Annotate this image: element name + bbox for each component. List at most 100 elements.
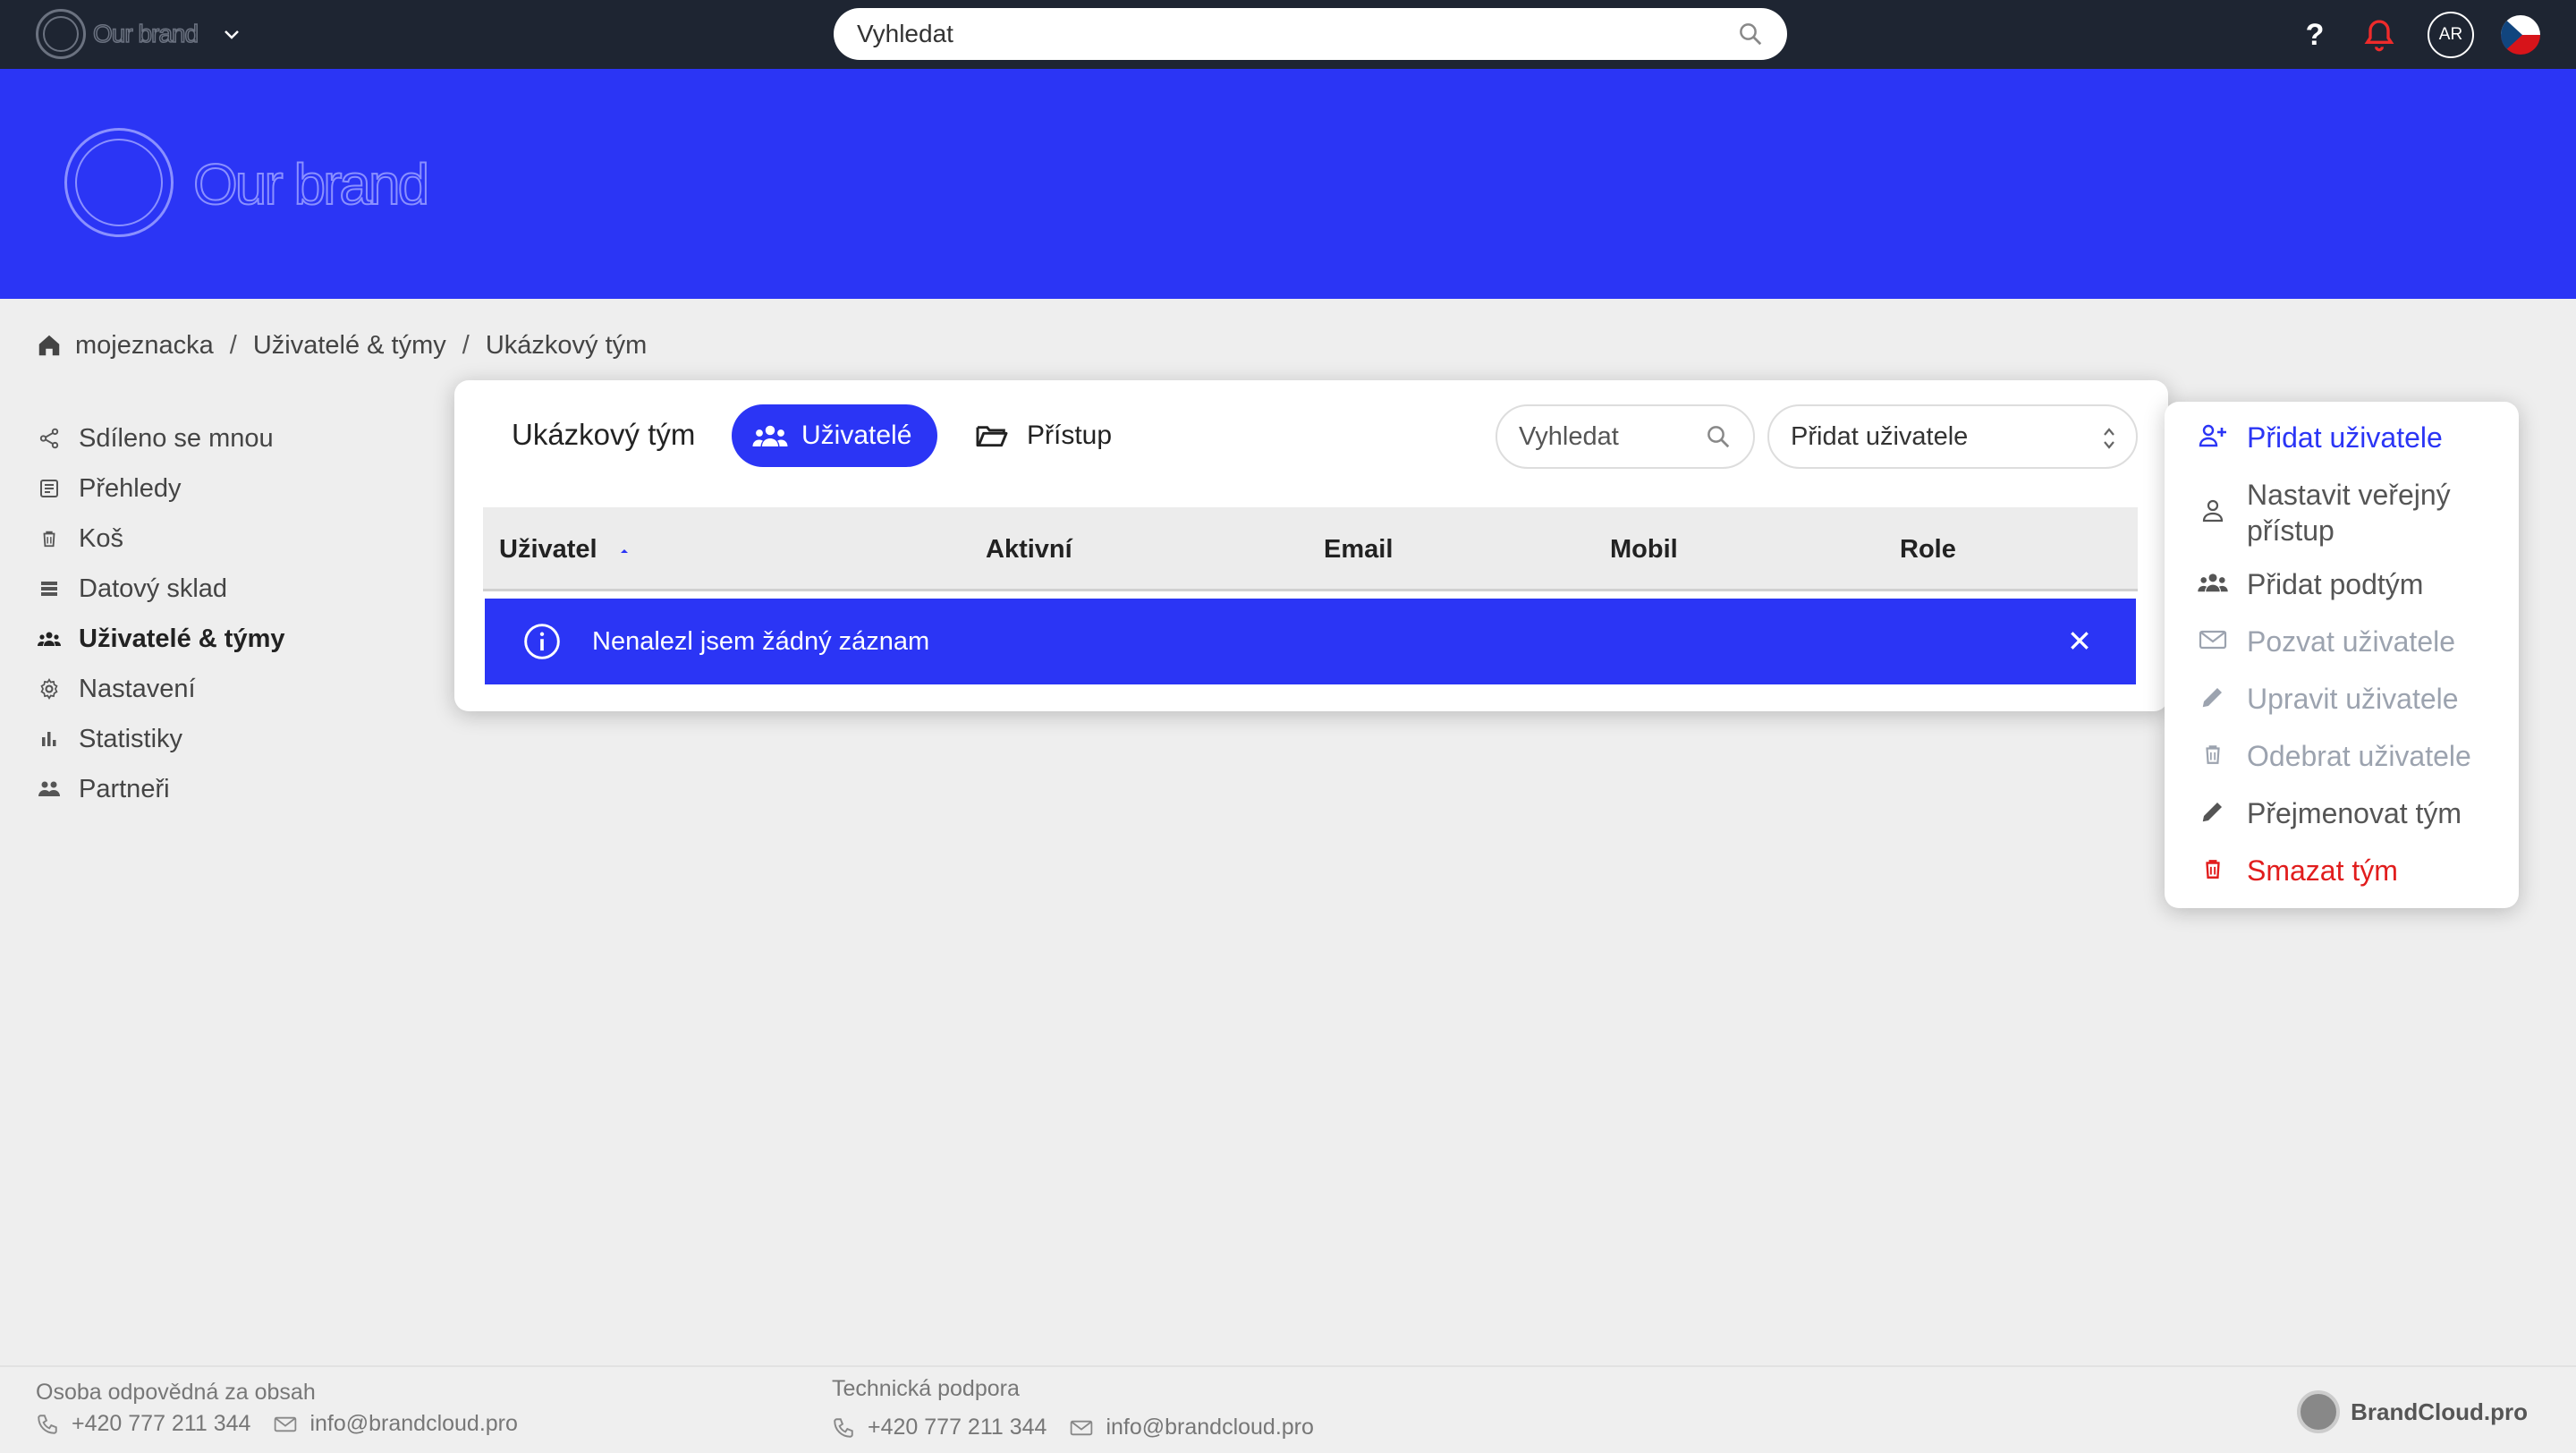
menu-item-add-subteam[interactable]: Přidat podtým: [2197, 566, 2515, 602]
menu-item-add-user[interactable]: Přidat uživatele: [2197, 420, 2515, 455]
tab-access-label: Přístup: [1027, 421, 1113, 450]
trash-icon: [2197, 853, 2229, 885]
sidebar-item-label: Partneři: [79, 774, 170, 803]
sidebar-item-label: Koš: [79, 523, 123, 553]
footer-support-email[interactable]: info@brandcloud.pro: [1106, 1415, 1313, 1440]
sidebar-item-statistics[interactable]: Statistiky: [36, 714, 411, 764]
list-icon: [36, 575, 63, 602]
sidebar-item-reports[interactable]: Přehledy: [36, 463, 411, 514]
menu-item-rename-team[interactable]: Přejmenovat tým: [2197, 795, 2515, 831]
sidebar-item-label: Přehledy: [79, 473, 182, 503]
sidebar-item-users-teams[interactable]: Uživatelé & týmy: [36, 614, 411, 664]
report-icon: [36, 475, 63, 502]
team-search: [1496, 404, 1755, 469]
phone-icon: [38, 1414, 57, 1434]
mail-icon: [2197, 624, 2229, 656]
folder-open-icon: [976, 426, 1008, 447]
sidebar-item-datastore[interactable]: Datový sklad: [36, 564, 411, 614]
breadcrumb-separator: /: [229, 330, 237, 360]
sidebar-item-label: Uživatelé & týmy: [79, 624, 285, 653]
gear-icon: [36, 676, 63, 702]
sidebar-item-label: Statistiky: [79, 724, 183, 753]
column-header-mobile[interactable]: Mobil: [1610, 507, 1678, 591]
people-icon: [36, 625, 63, 652]
user-avatar[interactable]: AR: [2428, 12, 2474, 58]
mail-icon: [1071, 1420, 1093, 1435]
bar-chart-icon: [36, 726, 63, 752]
sort-asc-icon: [620, 549, 628, 554]
brand-logo-icon: [36, 9, 86, 59]
top-bar: Our brand ? AR: [0, 0, 2576, 69]
footer-content-title: Osoba odpovědná za obsah: [36, 1380, 316, 1405]
partners-icon: [36, 776, 63, 803]
sidebar-item-trash[interactable]: Koš: [36, 514, 411, 564]
column-header-user[interactable]: Uživatel: [499, 507, 631, 591]
action-select-value: Přidat uživatele: [1791, 421, 1969, 451]
breadcrumb-item-current: Ukázkový tým: [485, 330, 648, 360]
footer-support-phone[interactable]: +420 777 211 344: [868, 1415, 1046, 1440]
pencil-icon: [2197, 681, 2229, 713]
close-icon[interactable]: [2068, 629, 2091, 652]
footer-content-phone[interactable]: +420 777 211 344: [72, 1411, 250, 1437]
footer-brand-link[interactable]: BrandCloud.pro: [2297, 1390, 2528, 1433]
trash-icon: [2197, 738, 2229, 770]
czech-flag-icon[interactable]: [2501, 15, 2540, 55]
people-icon: [2197, 566, 2229, 599]
empty-alert-message: Nenalezl jsem žádný záznam: [592, 626, 930, 656]
team-card: Ukázkový tým Uživatelé Přístup Přidat už…: [454, 380, 2168, 711]
people-icon: [752, 425, 788, 446]
share-icon: [36, 425, 63, 452]
add-user-icon: [2197, 420, 2229, 452]
sidebar-item-label: Sdíleno se mnou: [79, 423, 274, 453]
breadcrumb-separator: /: [462, 330, 470, 360]
action-select[interactable]: Přidat uživatele: [1767, 404, 2138, 469]
team-actions-menu: Přidat uživatele Nastavit veřejný přístu…: [2165, 402, 2519, 908]
brand-logo-icon: [64, 128, 174, 237]
empty-alert: Nenalezl jsem žádný záznam: [485, 599, 2136, 684]
phone-icon: [834, 1417, 853, 1438]
footer-content-contact: Osoba odpovědná za obsah +420 777 211 34…: [36, 1380, 518, 1437]
breadcrumb-item-users-teams[interactable]: Uživatelé & týmy: [253, 331, 446, 361]
column-header-email[interactable]: Email: [1324, 507, 1393, 591]
sidebar-item-partners[interactable]: Partneři: [36, 764, 411, 814]
footer-content-email[interactable]: info@brandcloud.pro: [309, 1411, 517, 1437]
column-header-role[interactable]: Role: [1900, 507, 1956, 591]
chevron-down-icon[interactable]: [221, 23, 242, 45]
global-search-input[interactable]: [857, 8, 1716, 60]
brand-name: Our brand: [92, 19, 199, 48]
search-icon[interactable]: [1737, 21, 1764, 47]
menu-item-public-access[interactable]: Nastavit veřejný přístup: [2197, 477, 2515, 548]
menu-item-invite-user[interactable]: Pozvat uživatele: [2197, 624, 2515, 659]
banner-brand-name: Our brand: [192, 151, 430, 217]
tab-users-label: Uživatelé: [801, 421, 912, 450]
info-icon: [524, 624, 560, 659]
tab-users[interactable]: Uživatelé: [732, 404, 937, 467]
footer-support-contact: Technická podpora +420 777 211 344 info@…: [832, 1376, 1314, 1440]
help-button[interactable]: ?: [2297, 13, 2333, 57]
sidebar-item-label: Datový sklad: [79, 574, 228, 603]
menu-item-delete-team[interactable]: Smazat tým: [2197, 853, 2515, 888]
trash-icon: [36, 525, 63, 552]
users-table-header: Uživatel Aktivní Email Mobil Role: [483, 507, 2138, 591]
menu-item-edit-user[interactable]: Upravit uživatele: [2197, 681, 2515, 717]
mail-icon: [275, 1416, 297, 1432]
brand-switcher[interactable]: Our brand: [36, 9, 242, 59]
brand-banner: Our brand: [0, 69, 2576, 299]
global-search: [834, 8, 1787, 60]
breadcrumb: mojeznacka / Uživatelé & týmy / Ukázkový…: [36, 329, 647, 361]
brandcloud-logo-icon: [2297, 1390, 2341, 1433]
bell-icon[interactable]: [2361, 17, 2397, 53]
team-search-input[interactable]: [1519, 406, 1698, 467]
home-icon[interactable]: [36, 332, 63, 359]
column-header-active[interactable]: Aktivní: [986, 507, 1072, 591]
sidebar-item-label: Nastavení: [79, 674, 196, 703]
search-icon[interactable]: [1705, 423, 1732, 450]
footer: Osoba odpovědná za obsah +420 777 211 34…: [0, 1365, 2576, 1453]
tab-access[interactable]: Přístup: [975, 404, 1112, 467]
team-title: Ukázkový tým: [512, 418, 696, 451]
sidebar-item-settings[interactable]: Nastavení: [36, 664, 411, 714]
menu-item-remove-user[interactable]: Odebrat uživatele: [2197, 738, 2515, 774]
sidebar: Sdíleno se mnou Přehledy Koš Datový skla…: [36, 413, 411, 814]
breadcrumb-item-root[interactable]: mojeznacka: [75, 331, 214, 361]
sidebar-item-shared[interactable]: Sdíleno se mnou: [36, 413, 411, 463]
